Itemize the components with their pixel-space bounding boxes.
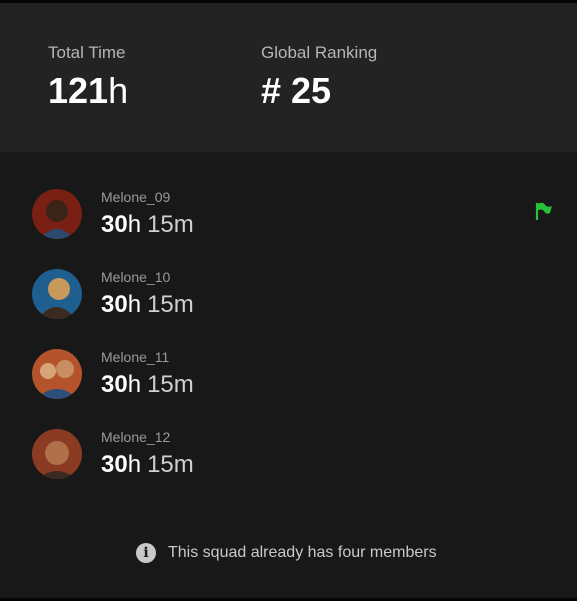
total-time-stat: Total Time 121h [48,43,128,111]
flag-icon [535,202,552,220]
avatar[interactable] [32,429,82,479]
member-hours: 30 [101,451,128,478]
notice-text: This squad already has four members [168,544,437,561]
squad-panel: Total Time 121h Global Ranking # 25 Melo… [0,3,577,598]
global-ranking-value: # 25 [261,71,377,111]
member-hours-unit: h [127,291,142,318]
avatar[interactable] [32,349,82,399]
total-time-unit: h [108,70,129,111]
member-hours: 30 [101,211,128,238]
member-hours: 30 [101,371,128,398]
member-hours-unit: h [127,371,142,398]
member-minutes: 15m [147,371,194,398]
global-ranking-stat: Global Ranking # 25 [261,43,377,111]
member-playtime: 30h 15m [101,451,194,479]
member-row[interactable]: Melone_09 30h 15m [0,189,577,249]
member-name: Melone_12 [101,429,171,445]
member-hours-unit: h [127,211,142,238]
total-time-number: 121 [48,70,109,111]
squad-stats-header: Total Time 121h Global Ranking # 25 [0,3,577,152]
member-name: Melone_10 [101,269,171,285]
member-row[interactable]: Melone_10 30h 15m [0,269,577,329]
member-playtime: 30h 15m [101,211,194,239]
global-ranking-number: # 25 [261,70,332,111]
total-time-value: 121h [48,71,128,111]
squad-full-notice: i This squad already has four members [136,542,437,564]
avatar-face [48,278,70,300]
avatar[interactable] [32,189,82,239]
avatar[interactable] [32,269,82,319]
info-icon: i [136,543,156,563]
member-minutes: 15m [147,451,194,478]
member-hours: 30 [101,291,128,318]
member-minutes: 15m [147,291,194,318]
global-ranking-label: Global Ranking [261,43,378,62]
member-name: Melone_11 [101,349,170,365]
member-row[interactable]: Melone_12 30h 15m [0,429,577,489]
member-minutes: 15m [147,211,194,238]
member-name: Melone_09 [101,189,171,205]
member-hours-unit: h [127,451,142,478]
total-time-label: Total Time [48,43,126,62]
member-row[interactable]: Melone_11 30h 15m [0,349,577,409]
member-playtime: 30h 15m [101,291,194,319]
member-playtime: 30h 15m [101,371,194,399]
